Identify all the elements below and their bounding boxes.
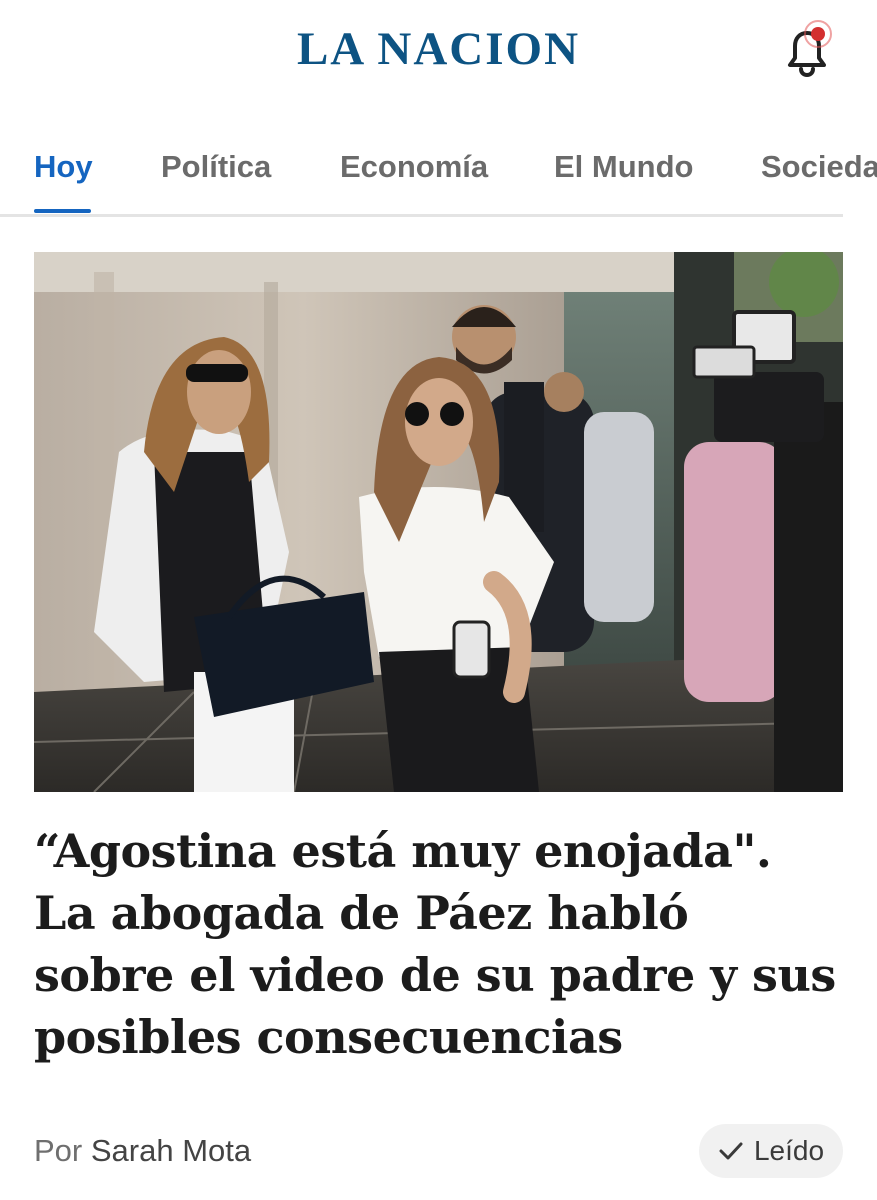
section-tabs: Hoy Política Economía El Mundo Sociedad — [0, 105, 877, 217]
site-logo[interactable]: LA NACION — [0, 22, 877, 76]
active-tab-indicator — [34, 209, 91, 213]
article-photo[interactable] — [34, 252, 843, 792]
article-headline[interactable]: “Agostina está muy enojada". La abogada … — [34, 820, 843, 1068]
byline-prefix: Por — [34, 1133, 83, 1168]
tab-el-mundo[interactable]: El Mundo — [554, 149, 693, 185]
author-name[interactable]: Sarah Mota — [91, 1133, 251, 1168]
app-header: LA NACION — [0, 0, 877, 105]
tab-hoy[interactable]: Hoy — [34, 149, 93, 185]
notifications-button[interactable] — [772, 14, 842, 84]
read-status-badge[interactable]: Leído — [699, 1124, 843, 1178]
tab-sociedad[interactable]: Sociedad — [761, 149, 877, 185]
check-icon — [719, 1142, 743, 1160]
notification-dot — [811, 27, 825, 41]
bell-icon — [788, 20, 832, 78]
read-status-label: Leído — [753, 1135, 825, 1166]
tabs-divider — [0, 214, 843, 217]
tab-politica[interactable]: Política — [161, 149, 271, 185]
byline: Por Sarah Mota — [34, 1133, 251, 1169]
tab-economia[interactable]: Economía — [340, 149, 488, 185]
